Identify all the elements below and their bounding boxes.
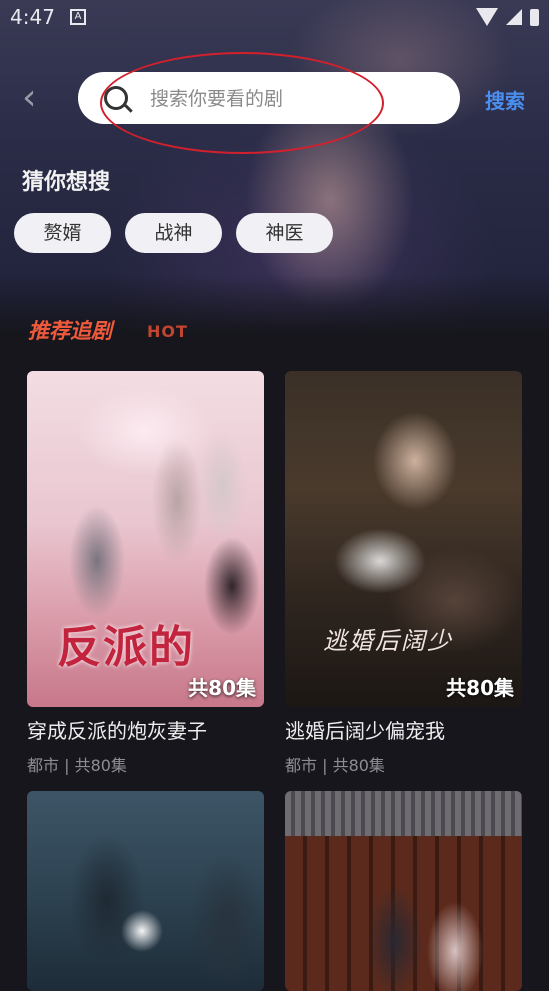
- drama-poster[interactable]: [27, 791, 264, 991]
- guess-section-title: 猜你想搜: [22, 170, 111, 195]
- chip-suggestion[interactable]: 神医: [236, 213, 333, 253]
- drama-card[interactable]: 反派的 共80集 穿成反派的炮灰妻子 都市 | 共80集: [27, 371, 264, 776]
- status-bar: 4:47 A: [0, 0, 549, 36]
- search-box[interactable]: [78, 72, 460, 124]
- drama-meta: 都市 | 共80集: [285, 756, 385, 775]
- search-input[interactable]: [148, 80, 442, 118]
- drama-card[interactable]: [285, 791, 522, 991]
- drama-meta: 都市 | 共80集: [27, 756, 127, 775]
- chip-suggestion[interactable]: 赘婿: [14, 213, 111, 253]
- search-button[interactable]: 搜索: [485, 85, 525, 114]
- suggestion-chips: 赘婿 战神 神医: [14, 213, 333, 253]
- drama-card[interactable]: [27, 791, 264, 991]
- status-time: 4:47: [10, 5, 55, 29]
- drama-poster[interactable]: 反派的 共80集: [27, 371, 264, 707]
- search-icon: [104, 86, 128, 110]
- battery-icon: [530, 8, 539, 26]
- episode-count: 共80集: [446, 676, 514, 700]
- signal-icon: [506, 9, 522, 25]
- poster-title-art: 逃婚后阔少: [323, 627, 453, 655]
- recommend-title: 推荐追剧: [28, 319, 112, 343]
- poster-roof-art: [285, 791, 522, 836]
- wifi-icon: [476, 8, 498, 26]
- drama-poster[interactable]: [285, 791, 522, 991]
- back-arrow-icon[interactable]: ‹: [22, 80, 36, 116]
- hot-badge: HOT: [147, 322, 188, 341]
- poster-title-art: 反派的: [57, 622, 195, 673]
- drama-poster[interactable]: 逃婚后阔少 共80集: [285, 371, 522, 707]
- notification-icon: A: [70, 9, 86, 25]
- episode-count: 共80集: [188, 676, 256, 700]
- drama-title[interactable]: 穿成反派的炮灰妻子: [27, 715, 264, 744]
- drama-title[interactable]: 逃婚后阔少偏宠我: [285, 715, 522, 744]
- chip-suggestion[interactable]: 战神: [125, 213, 222, 253]
- drama-card[interactable]: 逃婚后阔少 共80集 逃婚后阔少偏宠我 都市 | 共80集: [285, 371, 522, 776]
